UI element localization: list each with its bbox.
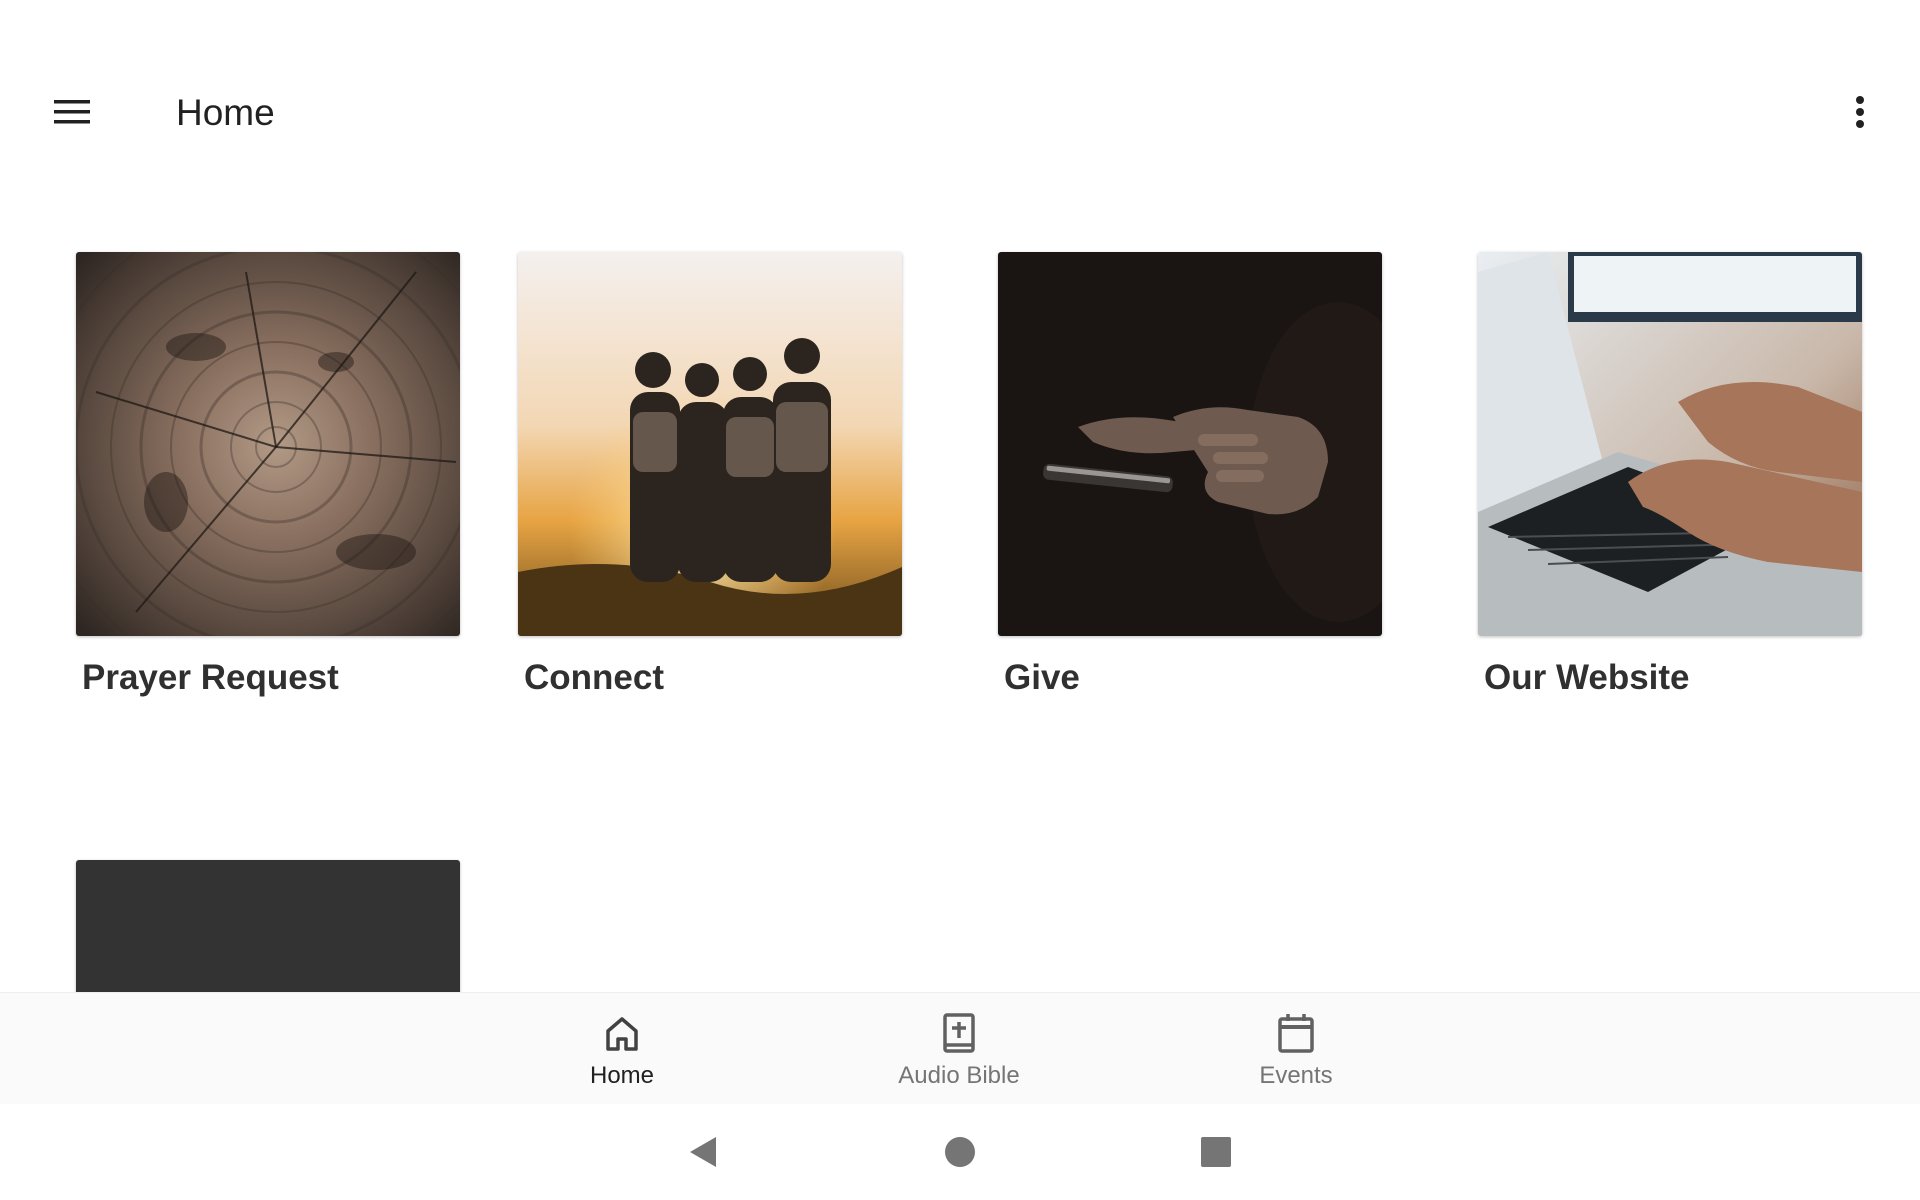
tile-prayer-request[interactable]: Prayer Request: [76, 252, 460, 700]
nav-item-home[interactable]: Home: [522, 993, 722, 1105]
tile-connect[interactable]: Connect: [518, 252, 902, 700]
our-website-image: [1478, 252, 1862, 636]
tile-label: Prayer Request: [82, 658, 339, 697]
nav-item-events[interactable]: Events: [1196, 993, 1396, 1105]
system-navigation-bar: [0, 1104, 1920, 1200]
recents-square-icon[interactable]: [1194, 1130, 1238, 1174]
home-circle-icon[interactable]: [938, 1130, 982, 1174]
tile-label: Our Website: [1484, 658, 1690, 697]
app-root: Prayer Request Connect Give Our Website …: [0, 0, 1920, 1200]
nav-label: Home: [589, 1062, 655, 1089]
more-vert-icon[interactable]: [1840, 86, 1880, 138]
tile-partial-placeholder[interactable]: [76, 860, 460, 992]
partial-tile-image: [76, 860, 460, 992]
back-triangle-icon[interactable]: [680, 1130, 724, 1174]
nav-label: Events: [1259, 1062, 1333, 1089]
calendar-icon: [1274, 1011, 1318, 1055]
nav-item-audio-bible[interactable]: Audio Bible: [859, 993, 1059, 1105]
bottom-navigation: Home Audio Bible Events: [0, 992, 1920, 1105]
bible-icon: [937, 1011, 981, 1055]
nav-label: Audio Bible: [898, 1062, 1020, 1089]
tile-label: Connect: [524, 658, 664, 697]
give-image: [998, 252, 1382, 636]
tile-our-website[interactable]: Our Website: [1478, 252, 1862, 700]
tile-give[interactable]: Give: [998, 252, 1382, 700]
home-icon: [600, 1011, 644, 1055]
page-title: Home: [176, 92, 275, 133]
tile-label: Give: [1004, 658, 1080, 697]
hamburger-menu-icon[interactable]: [40, 86, 104, 138]
prayer-request-image: [76, 252, 460, 636]
connect-image: [518, 252, 902, 636]
top-app-bar: Home: [0, 0, 1920, 176]
